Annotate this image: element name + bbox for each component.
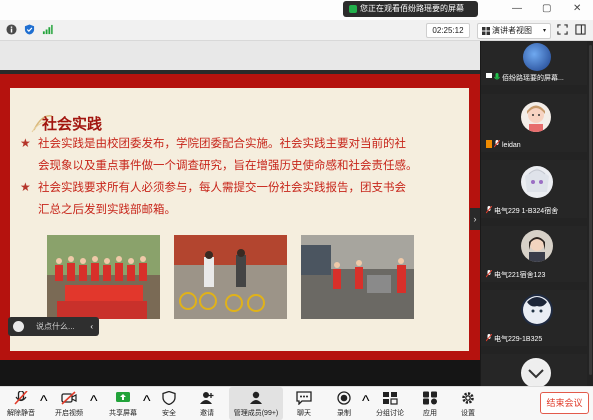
slide-photo-bikes bbox=[174, 235, 287, 319]
invite-icon bbox=[200, 392, 214, 404]
members-icon bbox=[250, 391, 262, 404]
chevron-up-icon[interactable]: ^ bbox=[143, 393, 151, 411]
chat-collapse-icon[interactable]: ‹ bbox=[90, 317, 93, 336]
view-mode-label: 演讲者视图 bbox=[492, 26, 532, 35]
breakout-button[interactable]: 分组讨论 bbox=[372, 387, 408, 420]
participant-name: 电气229-1B325 bbox=[494, 336, 543, 343]
slide-bullet-2-line-2: 汇总之后发到实践部邮箱。 bbox=[38, 204, 176, 216]
muted-mic-icon bbox=[486, 206, 492, 214]
close-icon[interactable]: ✕ bbox=[573, 3, 581, 15]
participant-name: 电气221宿舍123 bbox=[494, 272, 546, 279]
participant-name: 佰纷路瑶要的屏幕... bbox=[502, 75, 564, 82]
meeting-timer: 02:25:12 bbox=[426, 23, 470, 38]
apps-icon bbox=[423, 391, 437, 405]
participant-tile[interactable]: 电气229 1-B324宿舍 bbox=[481, 160, 587, 218]
slide-photo-group bbox=[47, 235, 160, 319]
record-button[interactable]: 录制 bbox=[328, 387, 360, 420]
share-status-icon bbox=[349, 5, 357, 13]
maximize-icon[interactable]: ▢ bbox=[542, 3, 551, 15]
slide-bullet-1-line-2: 会现象以及重点事件做一个调查研究，旨在增强历史使命感和社会责任感。 bbox=[38, 160, 418, 172]
avatar bbox=[521, 230, 553, 262]
video-off-icon bbox=[61, 391, 77, 405]
avatar bbox=[523, 43, 551, 71]
chat-input-bubble[interactable]: 说点什么... ‹ bbox=[8, 317, 99, 336]
meeting-info-bar: 02:25:12 演讲者视图 ▾ bbox=[0, 20, 593, 41]
avatar bbox=[521, 102, 551, 132]
shield-icon bbox=[162, 391, 176, 405]
shield-check-icon[interactable] bbox=[24, 24, 35, 35]
manage-members-button[interactable]: 管理成员(99+) bbox=[229, 387, 283, 420]
slide-title: 社会实践 bbox=[42, 116, 103, 133]
participant-name: 电气229 1-B324宿舍 bbox=[494, 208, 559, 215]
share-banner-text: 您正在观看佰纷路瑶要的屏幕 bbox=[360, 4, 464, 13]
chevron-down-icon: ▾ bbox=[542, 28, 546, 34]
muted-mic-icon bbox=[486, 334, 492, 342]
slide-photo-street bbox=[301, 235, 414, 319]
system-top-bar: 您正在观看佰纷路瑶要的屏幕 — ▢ ✕ bbox=[0, 0, 593, 20]
apps-button[interactable]: 应用 bbox=[414, 387, 446, 420]
mic-icon bbox=[494, 73, 500, 80]
chat-placeholder: 说点什么... bbox=[36, 322, 75, 331]
participant-tile[interactable] bbox=[481, 354, 587, 388]
grid-icon bbox=[482, 27, 490, 35]
bullet-star-icon: ★ bbox=[20, 180, 31, 194]
muted-mic-icon bbox=[494, 140, 500, 148]
end-meeting-button[interactable]: 结束会议 bbox=[540, 392, 589, 414]
minimize-icon[interactable]: — bbox=[512, 3, 522, 15]
participant-tile[interactable]: 电气221宿舍123 bbox=[481, 226, 587, 282]
settings-button[interactable]: 设置 bbox=[452, 387, 484, 420]
share-screen-icon bbox=[116, 392, 130, 402]
avatar bbox=[521, 358, 551, 388]
participant-tile[interactable]: leidan bbox=[481, 94, 587, 152]
avatar bbox=[521, 166, 553, 198]
breakout-icon bbox=[383, 392, 398, 405]
avatar bbox=[521, 294, 553, 326]
muted-mic-icon bbox=[14, 391, 28, 405]
muted-mic-icon bbox=[486, 270, 492, 278]
share-screen-button[interactable]: 共享屏幕 bbox=[104, 387, 142, 420]
participant-name: leidan bbox=[502, 142, 521, 149]
start-video-button[interactable]: 开启视频 bbox=[50, 387, 88, 420]
participant-tile[interactable]: 电气229-1B325 bbox=[481, 290, 587, 346]
security-button[interactable]: 安全 bbox=[152, 387, 186, 420]
view-mode-button[interactable]: 演讲者视图 ▾ bbox=[477, 23, 551, 39]
chat-icon bbox=[296, 391, 312, 405]
unmute-button[interactable]: 解除静音 bbox=[2, 387, 40, 420]
participant-tile[interactable]: 佰纷路瑶要的屏幕... bbox=[481, 41, 587, 85]
invite-button[interactable]: 邀请 bbox=[190, 387, 224, 420]
record-icon bbox=[337, 391, 351, 405]
gear-icon bbox=[462, 392, 474, 404]
chevron-up-icon[interactable]: ^ bbox=[90, 393, 98, 411]
chevron-up-icon[interactable]: ^ bbox=[40, 393, 48, 411]
sidebar-toggle-icon[interactable]: › bbox=[470, 208, 480, 230]
fullscreen-icon[interactable] bbox=[557, 24, 568, 35]
bullet-star-icon: ★ bbox=[20, 136, 31, 150]
emoji-icon[interactable] bbox=[13, 321, 24, 332]
slide-bullet-1-line-1: 社会实践是由校团委发布，学院团委配合实施。社会实践主要对当前的社 bbox=[38, 138, 406, 150]
screen-share-banner[interactable]: 您正在观看佰纷路瑶要的屏幕 bbox=[343, 1, 478, 17]
chat-button[interactable]: 聊天 bbox=[288, 387, 320, 420]
signal-icon[interactable] bbox=[42, 24, 53, 35]
participant-scrollbar[interactable] bbox=[589, 45, 592, 375]
share-screen-icon bbox=[486, 73, 492, 78]
info-icon[interactable] bbox=[6, 24, 17, 35]
chevron-up-icon[interactable]: ^ bbox=[362, 393, 370, 411]
slide-bullet-2-line-1: 社会实践要求所有人必须参与，每人需提交一份社会实践报告，团支书会 bbox=[38, 182, 406, 194]
layout-icon[interactable] bbox=[575, 24, 586, 35]
user-icon bbox=[486, 140, 492, 148]
